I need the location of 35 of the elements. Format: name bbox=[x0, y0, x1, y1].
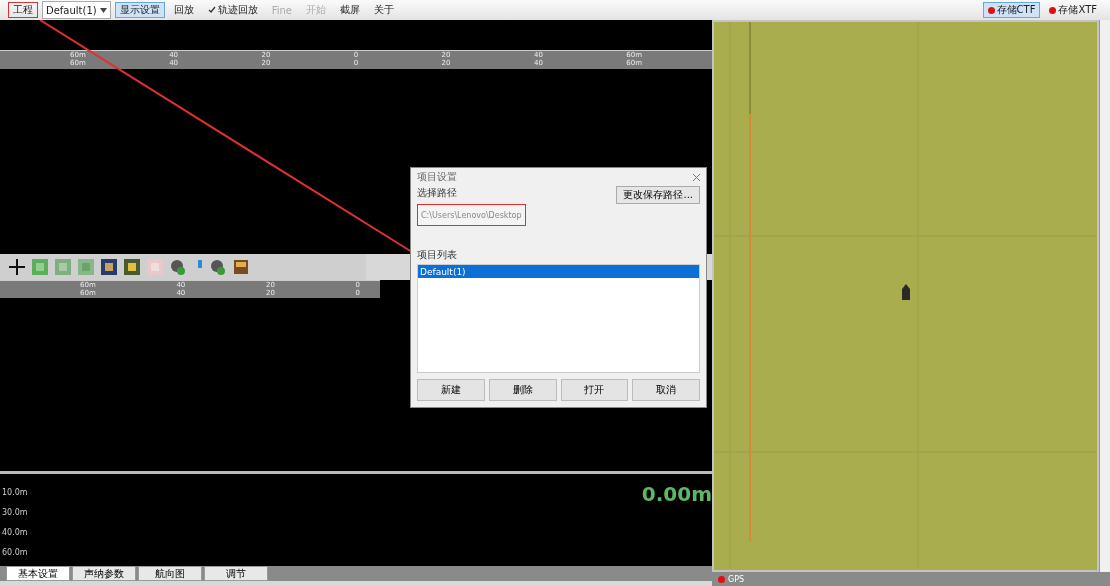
record-button[interactable]: 存储XTF bbox=[1044, 2, 1102, 18]
toolbar-button[interactable]: 截屏 bbox=[335, 2, 365, 18]
dialog-button[interactable]: 新建 bbox=[417, 379, 485, 401]
bottom-tab[interactable]: 声纳参数 bbox=[72, 566, 136, 581]
dialog-button[interactable]: 取消 bbox=[632, 379, 700, 401]
path-label: 选择路径 bbox=[417, 186, 457, 200]
close-icon[interactable] bbox=[693, 173, 700, 181]
crosshair-icon[interactable] bbox=[8, 258, 26, 276]
change-path-button[interactable]: 更改保存路径... bbox=[616, 186, 700, 204]
check-icon bbox=[207, 6, 216, 14]
bottom-tab[interactable]: 航向图 bbox=[138, 566, 202, 581]
toolbar-button[interactable]: 回放 bbox=[168, 2, 199, 18]
depth-reading: 0.00m bbox=[641, 482, 712, 508]
boat-icon bbox=[902, 284, 910, 300]
depth-label: 60.0m bbox=[2, 547, 28, 557]
caret-icon bbox=[99, 7, 107, 13]
project-dropdown[interactable]: Default(1) bbox=[42, 1, 111, 19]
depth-label: 10.0m bbox=[2, 487, 28, 497]
project-list-item[interactable]: Default(1) bbox=[418, 265, 699, 278]
toolbar-button[interactable]: 关于 bbox=[369, 2, 399, 18]
bottom-tab[interactable]: 调节 bbox=[204, 566, 268, 581]
dialog-button[interactable]: 删除 bbox=[488, 379, 557, 401]
record-button[interactable]: 存储CTF bbox=[982, 2, 1041, 18]
depth-label: 40.0m bbox=[2, 527, 28, 537]
toolbar-button[interactable]: 轨迹回放 bbox=[202, 2, 263, 18]
book-icon[interactable] bbox=[232, 258, 250, 276]
dialog-title: 项目设置 bbox=[417, 170, 457, 184]
bottom-tab[interactable]: 基本设置 bbox=[6, 566, 70, 581]
toolbar-button[interactable]: 显示设置 bbox=[114, 2, 165, 18]
dialog-button[interactable]: 打开 bbox=[560, 379, 629, 401]
toolbar-button[interactable]: 工程 bbox=[8, 2, 38, 18]
list-label: 项目列表 bbox=[417, 248, 457, 262]
image-icon[interactable] bbox=[100, 258, 118, 276]
depth-label: 30.0m bbox=[2, 507, 28, 517]
status-text: GPS bbox=[728, 574, 745, 584]
